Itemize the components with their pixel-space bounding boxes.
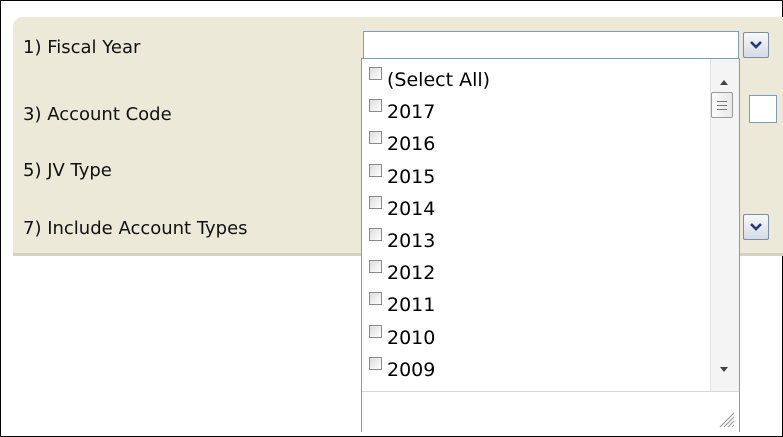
option-label: 2016 <box>387 133 436 156</box>
jv-type-label: 5) JV Type <box>23 160 112 181</box>
fiscal-year-field[interactable] <box>363 31 739 59</box>
fiscal-year-option[interactable]: 2015 <box>369 162 699 194</box>
fiscal-year-option[interactable]: 2012 <box>369 258 699 290</box>
option-checkbox[interactable] <box>369 356 382 370</box>
option-label: (Select All) <box>387 69 491 91</box>
include-account-types-dropdown-button[interactable] <box>743 214 769 240</box>
fiscal-year-dropdown-button[interactable] <box>743 32 769 58</box>
fiscal-year-option[interactable]: 2017 <box>369 97 699 129</box>
option-checkbox[interactable] <box>369 131 382 145</box>
option-checkbox[interactable] <box>369 195 382 209</box>
fiscal-year-label: 1) Fiscal Year <box>23 37 141 58</box>
option-checkbox[interactable] <box>369 292 382 306</box>
report-viewer-frame: 1) Fiscal Year 3) Account Code 5) JV Typ… <box>0 0 783 437</box>
option-label: 2009 <box>387 358 436 381</box>
resize-grip-icon[interactable] <box>717 410 735 428</box>
account-code-label: 3) Account Code <box>23 104 172 125</box>
scrollbar-thumb[interactable] <box>711 92 733 118</box>
option-label: 2014 <box>387 197 436 220</box>
fiscal-year-option[interactable]: 2009 <box>369 355 699 387</box>
option-checkbox[interactable] <box>369 67 382 80</box>
option-checkbox[interactable] <box>369 324 382 338</box>
dropdown-footer <box>362 391 739 432</box>
chevron-down-icon <box>750 41 762 49</box>
option-label: 2013 <box>387 230 436 252</box>
option-checkbox[interactable] <box>369 163 382 177</box>
option-label: 2015 <box>387 165 436 188</box>
option-checkbox[interactable] <box>369 260 382 274</box>
fiscal-year-options: (Select All) 2017 2016 2015 2014 2013 2012 2011… <box>362 59 710 391</box>
option-label: 2012 <box>387 262 436 285</box>
dropdown-scrollbar[interactable] <box>710 59 739 391</box>
account-code-field[interactable] <box>749 95 777 123</box>
option-label: 2017 <box>387 101 436 124</box>
option-checkbox[interactable] <box>369 99 382 113</box>
option-label: 2010 <box>387 326 436 349</box>
thumb-grip-line <box>717 105 727 106</box>
fiscal-year-option[interactable]: 2014 <box>369 194 699 226</box>
thumb-grip-line <box>717 109 727 110</box>
include-account-types-label: 7) Include Account Types <box>23 218 248 239</box>
chevron-down-icon <box>750 223 762 231</box>
scroll-up-arrow-icon[interactable] <box>720 80 728 85</box>
fiscal-year-dropdown-list: (Select All) 2017 2016 2015 2014 2013 2012 2011… <box>361 58 740 432</box>
fiscal-year-option[interactable]: 2011 <box>369 290 699 322</box>
fiscal-year-option[interactable]: 2013 <box>369 226 699 258</box>
fiscal-year-option[interactable]: (Select All) <box>369 65 699 97</box>
option-checkbox[interactable] <box>369 228 382 241</box>
fiscal-year-option[interactable]: 2016 <box>369 129 699 161</box>
thumb-grip-line <box>717 101 727 102</box>
option-label: 2011 <box>387 294 436 317</box>
scroll-down-arrow-icon[interactable] <box>720 367 728 372</box>
fiscal-year-option[interactable]: 2010 <box>369 323 699 355</box>
